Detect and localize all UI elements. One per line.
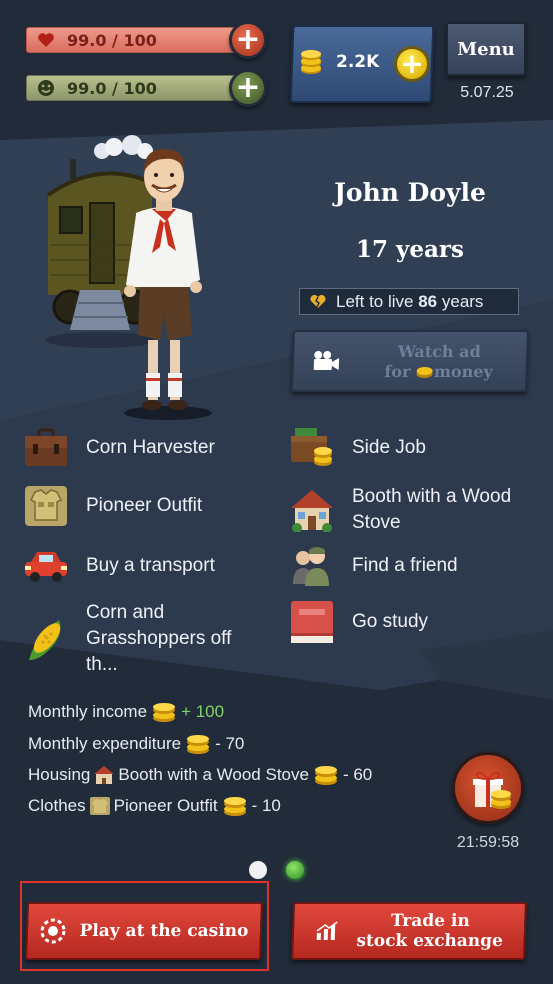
- page-dot-1[interactable]: [249, 861, 267, 879]
- casino-button-label: Play at the casino: [79, 921, 249, 941]
- wallet-icon: [288, 426, 336, 470]
- gift-button[interactable]: [452, 752, 524, 824]
- housing-row: Housing Booth with a Wood Stove - 60: [28, 763, 372, 787]
- stock-exchange-button[interactable]: Trade in stock exchange: [290, 902, 528, 960]
- watch-ad-line1: Watch ad: [397, 342, 482, 361]
- happiness-value: 99.0 / 100: [67, 78, 157, 98]
- coins-value: 2.2K: [336, 52, 380, 72]
- item-label: Buy a transport: [86, 555, 215, 576]
- item-label: Corn and Grasshoppers off th...: [86, 602, 232, 675]
- game-date: 5.07.25: [460, 84, 514, 101]
- gift-timer: 21:59:58: [456, 834, 520, 851]
- coins-icon: [314, 766, 337, 785]
- broken-heart-icon: [310, 294, 326, 309]
- friends-icon: [288, 544, 336, 588]
- play-casino-button[interactable]: Play at the casino: [24, 902, 264, 960]
- coins-icon: [187, 735, 210, 754]
- shirt-icon: [22, 484, 70, 528]
- coin-icon: [416, 367, 434, 378]
- character-name: John Doyle: [334, 178, 486, 207]
- menu-button[interactable]: Menu: [446, 22, 526, 76]
- item-booth-wood-stove[interactable]: Booth with a Wood Stove: [288, 484, 522, 536]
- coins-icon: [301, 50, 321, 74]
- item-find-friend[interactable]: Find a friend: [288, 544, 458, 588]
- left-to-live-text: Left to live 86 years: [336, 291, 484, 311]
- video-camera-icon: [311, 350, 340, 376]
- house-icon: [94, 766, 115, 784]
- clothes-name: Pioneer Outfit: [113, 796, 218, 815]
- item-side-job[interactable]: Side Job: [288, 426, 426, 470]
- add-happiness-button[interactable]: +: [229, 69, 267, 107]
- left-to-live-value: 86: [418, 291, 438, 311]
- item-label: Pioneer Outfit: [86, 495, 203, 516]
- clothes-row: Clothes Pioneer Outfit - 10: [28, 794, 281, 818]
- coins-icon: [153, 703, 176, 722]
- housing-value: - 60: [342, 765, 373, 784]
- income-label: Monthly income: [28, 702, 148, 721]
- shirt-icon: [89, 797, 110, 815]
- book-icon: [288, 600, 336, 644]
- add-coins-button[interactable]: +: [394, 46, 430, 82]
- item-label: Corn Harvester: [86, 437, 215, 458]
- heart-icon: [37, 31, 55, 49]
- watch-ad-line2: for money: [384, 362, 494, 381]
- casino-chip-icon: [40, 918, 66, 944]
- clothes-value: - 10: [251, 796, 281, 815]
- monthly-income-row: Monthly income + 100: [28, 700, 224, 724]
- income-value: + 100: [181, 702, 225, 721]
- watch-ad-button[interactable]: Watch ad for money: [290, 330, 530, 392]
- health-value: 99.0 / 100: [67, 30, 157, 50]
- stock-button-label: Trade in stock exchange: [356, 911, 504, 951]
- coins-icon: [223, 797, 246, 816]
- item-label: Booth with a Wood Stove: [352, 486, 512, 533]
- housing-label: Housing: [28, 765, 91, 784]
- house-icon: [288, 488, 336, 532]
- left-to-live-box: Left to live 86 years: [299, 288, 519, 315]
- item-go-study[interactable]: Go study: [288, 600, 428, 644]
- item-corn-harvester[interactable]: Corn Harvester: [22, 426, 215, 470]
- car-icon: [22, 544, 70, 588]
- health-bar: 99.0 / 100: [26, 27, 260, 53]
- item-pioneer-outfit[interactable]: Pioneer Outfit: [22, 484, 202, 528]
- item-corn-grasshoppers[interactable]: Corn and Grasshoppers off th...: [22, 600, 264, 678]
- page-dot-2-active[interactable]: [286, 861, 304, 879]
- item-buy-transport[interactable]: Buy a transport: [22, 544, 215, 588]
- item-label: Side Job: [352, 437, 426, 458]
- housing-name: Booth with a Wood Stove: [118, 765, 309, 784]
- item-label: Go study: [352, 611, 429, 632]
- character-illustration: [45, 135, 212, 420]
- gift-icon: [473, 771, 511, 809]
- chart-icon: [316, 921, 338, 940]
- expenditure-label: Monthly expenditure: [28, 734, 182, 753]
- briefcase-icon: [22, 426, 70, 470]
- add-health-button[interactable]: +: [229, 21, 267, 59]
- corn-icon: [22, 617, 70, 661]
- monthly-expenditure-row: Monthly expenditure - 70: [28, 732, 244, 756]
- smiley-icon: [37, 79, 55, 97]
- character-age: 17 years: [356, 236, 464, 263]
- clothes-label: Clothes: [28, 796, 86, 815]
- happiness-bar: 99.0 / 100: [26, 75, 260, 101]
- item-label: Find a friend: [352, 555, 458, 576]
- expenditure-value: - 70: [215, 734, 245, 753]
